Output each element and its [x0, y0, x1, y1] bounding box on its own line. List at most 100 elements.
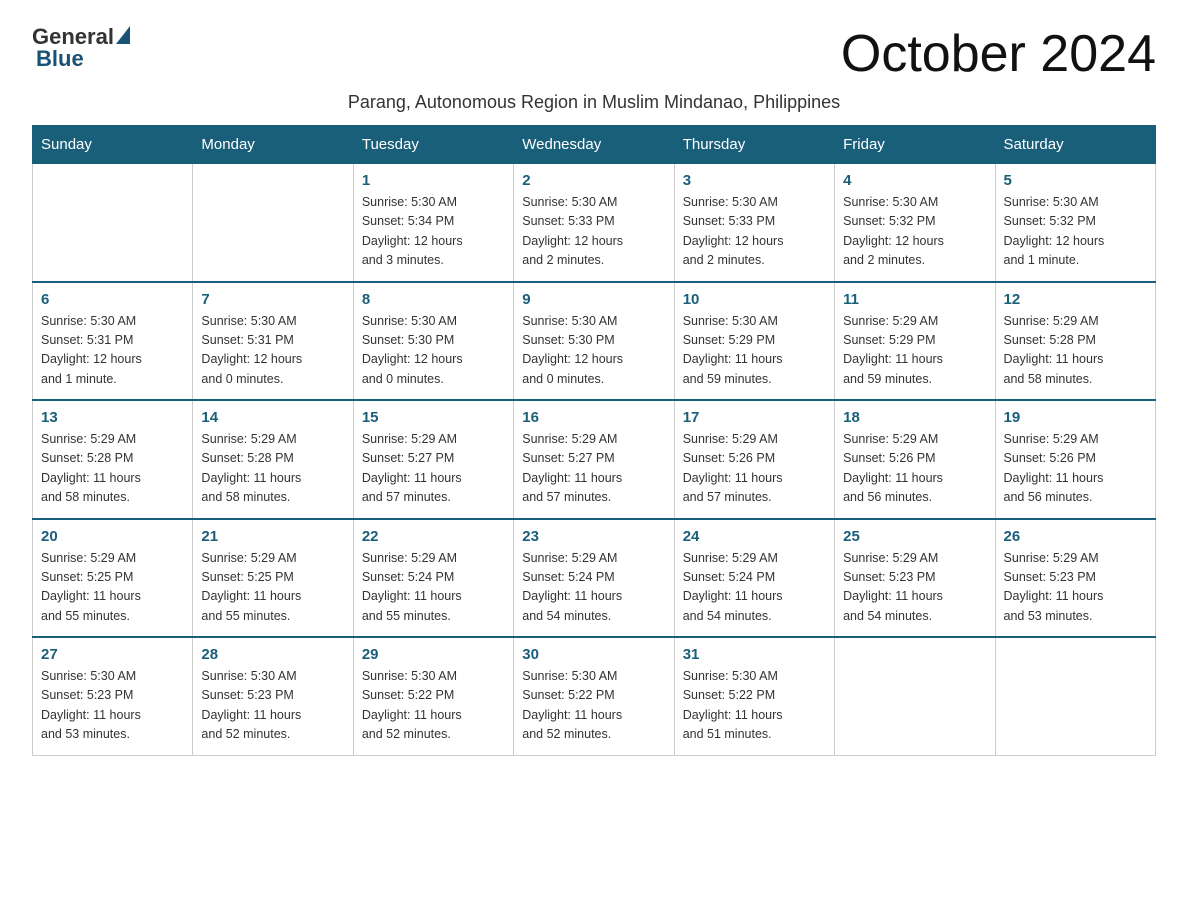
day-number: 10 [683, 291, 826, 308]
day-number: 26 [1004, 528, 1147, 545]
calendar-cell: 23 Sunrise: 5:29 AM Sunset: 5:24 PM Dayli… [514, 519, 674, 638]
day-info: Sunrise: 5:29 AM Sunset: 5:23 PM Dayligh… [1004, 549, 1147, 627]
day-number: 16 [522, 409, 665, 426]
calendar-cell: 28 Sunrise: 5:30 AM Sunset: 5:23 PM Dayli… [193, 637, 353, 755]
day-number: 29 [362, 646, 505, 663]
day-info: Sunrise: 5:30 AM Sunset: 5:22 PM Dayligh… [522, 667, 665, 745]
day-info: Sunrise: 5:29 AM Sunset: 5:28 PM Dayligh… [201, 430, 344, 508]
weekday-header-thursday: Thursday [674, 126, 834, 164]
calendar-cell: 25 Sunrise: 5:29 AM Sunset: 5:23 PM Dayli… [835, 519, 995, 638]
day-number: 19 [1004, 409, 1147, 426]
calendar-week-row: 13 Sunrise: 5:29 AM Sunset: 5:28 PM Dayli… [33, 400, 1156, 519]
day-info: Sunrise: 5:30 AM Sunset: 5:23 PM Dayligh… [41, 667, 184, 745]
day-number: 31 [683, 646, 826, 663]
day-number: 12 [1004, 291, 1147, 308]
day-number: 17 [683, 409, 826, 426]
weekday-header-tuesday: Tuesday [353, 126, 513, 164]
calendar-cell: 31 Sunrise: 5:30 AM Sunset: 5:22 PM Dayli… [674, 637, 834, 755]
day-number: 23 [522, 528, 665, 545]
calendar-week-row: 1Sunrise: 5:30 AM Sunset: 5:34 PM Daylig… [33, 164, 1156, 282]
day-info: Sunrise: 5:30 AM Sunset: 5:30 PM Dayligh… [362, 312, 505, 390]
day-number: 3 [683, 172, 826, 189]
logo-blue-text: Blue [36, 46, 84, 72]
calendar-cell: 22 Sunrise: 5:29 AM Sunset: 5:24 PM Dayli… [353, 519, 513, 638]
calendar-cell: 29 Sunrise: 5:30 AM Sunset: 5:22 PM Dayli… [353, 637, 513, 755]
calendar-cell: 6 Sunrise: 5:30 AM Sunset: 5:31 PM Daylig… [33, 282, 193, 401]
day-number: 21 [201, 528, 344, 545]
calendar-cell: 17 Sunrise: 5:29 AM Sunset: 5:26 PM Dayli… [674, 400, 834, 519]
calendar-cell: 26 Sunrise: 5:29 AM Sunset: 5:23 PM Dayli… [995, 519, 1155, 638]
day-info: Sunrise: 5:29 AM Sunset: 5:24 PM Dayligh… [362, 549, 505, 627]
weekday-header-saturday: Saturday [995, 126, 1155, 164]
calendar-week-row: 20 Sunrise: 5:29 AM Sunset: 5:25 PM Dayli… [33, 519, 1156, 638]
calendar-cell: 24 Sunrise: 5:29 AM Sunset: 5:24 PM Dayli… [674, 519, 834, 638]
calendar-week-row: 6 Sunrise: 5:30 AM Sunset: 5:31 PM Daylig… [33, 282, 1156, 401]
day-number: 27 [41, 646, 184, 663]
day-info: Sunrise: 5:30 AM Sunset: 5:32 PM Dayligh… [843, 193, 986, 271]
calendar-cell: 5Sunrise: 5:30 AM Sunset: 5:32 PM Daylig… [995, 164, 1155, 282]
weekday-header-sunday: Sunday [33, 126, 193, 164]
month-title: October 2024 [841, 24, 1156, 84]
calendar-cell: 30Sunrise: 5:30 AM Sunset: 5:22 PM Dayli… [514, 637, 674, 755]
calendar-cell: 15 Sunrise: 5:29 AM Sunset: 5:27 PM Dayli… [353, 400, 513, 519]
calendar-cell: 8 Sunrise: 5:30 AM Sunset: 5:30 PM Daylig… [353, 282, 513, 401]
day-info: Sunrise: 5:29 AM Sunset: 5:24 PM Dayligh… [522, 549, 665, 627]
day-info: Sunrise: 5:29 AM Sunset: 5:27 PM Dayligh… [362, 430, 505, 508]
day-info: Sunrise: 5:30 AM Sunset: 5:22 PM Dayligh… [362, 667, 505, 745]
day-info: Sunrise: 5:29 AM Sunset: 5:24 PM Dayligh… [683, 549, 826, 627]
day-info: Sunrise: 5:29 AM Sunset: 5:23 PM Dayligh… [843, 549, 986, 627]
day-number: 6 [41, 291, 184, 308]
calendar-cell: 3Sunrise: 5:30 AM Sunset: 5:33 PM Daylig… [674, 164, 834, 282]
calendar-cell [835, 637, 995, 755]
day-number: 24 [683, 528, 826, 545]
calendar-cell [33, 164, 193, 282]
calendar-cell: 12 Sunrise: 5:29 AM Sunset: 5:28 PM Dayli… [995, 282, 1155, 401]
calendar-cell [193, 164, 353, 282]
day-info: Sunrise: 5:30 AM Sunset: 5:22 PM Dayligh… [683, 667, 826, 745]
calendar-cell: 20 Sunrise: 5:29 AM Sunset: 5:25 PM Dayli… [33, 519, 193, 638]
calendar-cell: 2 Sunrise: 5:30 AM Sunset: 5:33 PM Daylig… [514, 164, 674, 282]
calendar-cell: 1Sunrise: 5:30 AM Sunset: 5:34 PM Daylig… [353, 164, 513, 282]
weekday-header-friday: Friday [835, 126, 995, 164]
logo: General Blue [32, 24, 130, 72]
day-number: 2 [522, 172, 665, 189]
day-number: 22 [362, 528, 505, 545]
day-info: Sunrise: 5:29 AM Sunset: 5:25 PM Dayligh… [201, 549, 344, 627]
day-number: 28 [201, 646, 344, 663]
day-number: 1 [362, 172, 505, 189]
day-info: Sunrise: 5:30 AM Sunset: 5:29 PM Dayligh… [683, 312, 826, 390]
day-info: Sunrise: 5:29 AM Sunset: 5:25 PM Dayligh… [41, 549, 184, 627]
day-info: Sunrise: 5:29 AM Sunset: 5:28 PM Dayligh… [41, 430, 184, 508]
day-number: 4 [843, 172, 986, 189]
day-info: Sunrise: 5:29 AM Sunset: 5:29 PM Dayligh… [843, 312, 986, 390]
day-info: Sunrise: 5:29 AM Sunset: 5:27 PM Dayligh… [522, 430, 665, 508]
calendar-week-row: 27 Sunrise: 5:30 AM Sunset: 5:23 PM Dayli… [33, 637, 1156, 755]
calendar-cell: 13 Sunrise: 5:29 AM Sunset: 5:28 PM Dayli… [33, 400, 193, 519]
calendar-cell: 27 Sunrise: 5:30 AM Sunset: 5:23 PM Dayli… [33, 637, 193, 755]
day-number: 8 [362, 291, 505, 308]
day-info: Sunrise: 5:30 AM Sunset: 5:31 PM Dayligh… [41, 312, 184, 390]
day-info: Sunrise: 5:30 AM Sunset: 5:32 PM Dayligh… [1004, 193, 1147, 271]
calendar-cell: 11 Sunrise: 5:29 AM Sunset: 5:29 PM Dayli… [835, 282, 995, 401]
day-info: Sunrise: 5:29 AM Sunset: 5:28 PM Dayligh… [1004, 312, 1147, 390]
calendar-cell: 10 Sunrise: 5:30 AM Sunset: 5:29 PM Dayli… [674, 282, 834, 401]
calendar-header-row: SundayMondayTuesdayWednesdayThursdayFrid… [33, 126, 1156, 164]
day-number: 11 [843, 291, 986, 308]
calendar-cell: 9Sunrise: 5:30 AM Sunset: 5:30 PM Daylig… [514, 282, 674, 401]
weekday-header-wednesday: Wednesday [514, 126, 674, 164]
day-number: 13 [41, 409, 184, 426]
day-number: 15 [362, 409, 505, 426]
day-info: Sunrise: 5:30 AM Sunset: 5:33 PM Dayligh… [522, 193, 665, 271]
calendar-cell [995, 637, 1155, 755]
day-info: Sunrise: 5:30 AM Sunset: 5:31 PM Dayligh… [201, 312, 344, 390]
day-number: 20 [41, 528, 184, 545]
day-number: 25 [843, 528, 986, 545]
calendar-cell: 19Sunrise: 5:29 AM Sunset: 5:26 PM Dayli… [995, 400, 1155, 519]
day-number: 14 [201, 409, 344, 426]
calendar-cell: 7 Sunrise: 5:30 AM Sunset: 5:31 PM Daylig… [193, 282, 353, 401]
calendar-cell: 21 Sunrise: 5:29 AM Sunset: 5:25 PM Dayli… [193, 519, 353, 638]
day-number: 7 [201, 291, 344, 308]
day-info: Sunrise: 5:29 AM Sunset: 5:26 PM Dayligh… [683, 430, 826, 508]
day-info: Sunrise: 5:30 AM Sunset: 5:23 PM Dayligh… [201, 667, 344, 745]
day-number: 9 [522, 291, 665, 308]
